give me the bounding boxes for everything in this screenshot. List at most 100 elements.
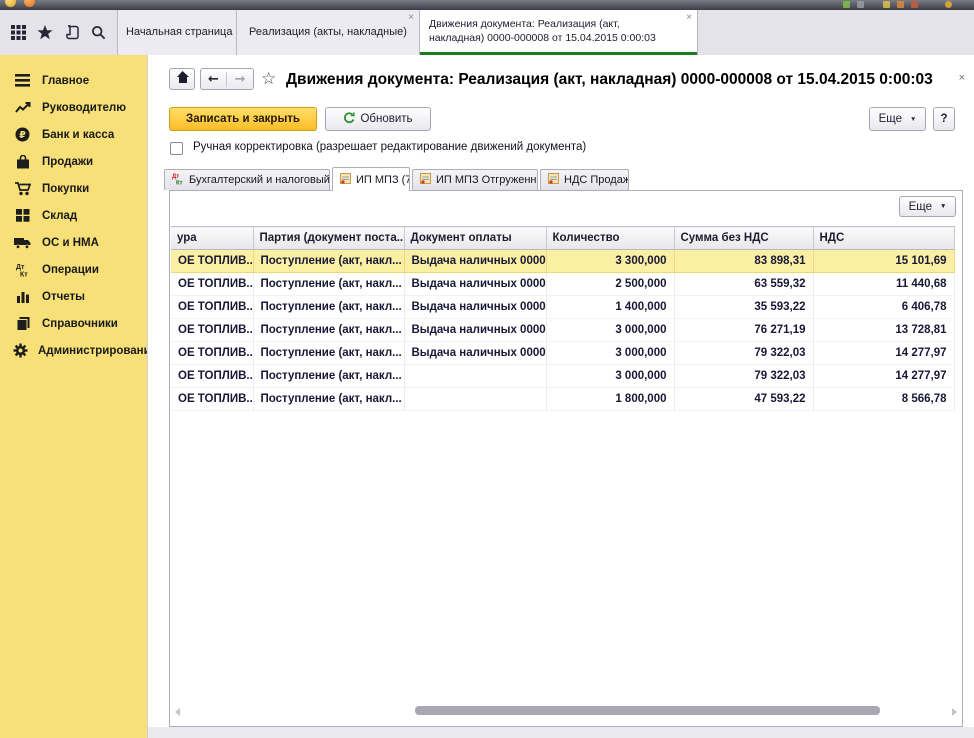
- close-form-icon[interactable]: ×: [959, 72, 965, 84]
- window-button-icon[interactable]: [24, 0, 35, 7]
- sidebar-item-administration[interactable]: Администрирование: [0, 337, 147, 364]
- apps-grid-icon[interactable]: [11, 25, 26, 40]
- cell-batch[interactable]: Поступление (акт, накл...: [253, 250, 404, 273]
- cell-amount[interactable]: 76 271,19: [674, 319, 813, 342]
- scrollbar-thumb[interactable]: [415, 706, 880, 715]
- tab-nds-sales[interactable]: НДС Продажи (1): [540, 169, 629, 190]
- sidebar-item-directories[interactable]: Справочники: [0, 310, 147, 337]
- sidebar-item-manager[interactable]: Руководителю: [0, 94, 147, 121]
- cell-quantity[interactable]: 3 000,000: [546, 342, 674, 365]
- cell-payment-doc[interactable]: Выдача наличных 0000...: [404, 342, 546, 365]
- cell-vat[interactable]: 14 277,97: [813, 365, 954, 388]
- cell-nomenclature[interactable]: ОЕ ТОПЛИВ...: [171, 319, 253, 342]
- cell-payment-doc[interactable]: [404, 365, 546, 388]
- column-header[interactable]: Количество: [546, 227, 674, 250]
- cell-payment-doc[interactable]: Выдача наличных 0000...: [404, 296, 546, 319]
- cell-quantity[interactable]: 1 400,000: [546, 296, 674, 319]
- cell-nomenclature[interactable]: ОЕ ТОПЛИВ...: [171, 365, 253, 388]
- window-tab-realization-list[interactable]: Реализация (акты, накладные) ×: [237, 10, 420, 55]
- cell-vat[interactable]: 15 101,69: [813, 250, 954, 273]
- cell-batch[interactable]: Поступление (акт, накл...: [253, 388, 404, 411]
- close-icon[interactable]: ×: [686, 13, 692, 23]
- cell-batch[interactable]: Поступление (акт, накл...: [253, 365, 404, 388]
- sidebar-item-bank-cash[interactable]: ₽ Банк и касса: [0, 121, 147, 148]
- cell-nomenclature[interactable]: ОЕ ТОПЛИВ...: [171, 250, 253, 273]
- cell-vat[interactable]: 13 728,81: [813, 319, 954, 342]
- cell-amount[interactable]: 63 559,32: [674, 273, 813, 296]
- cell-quantity[interactable]: 3 000,000: [546, 365, 674, 388]
- sidebar-item-fixed-assets[interactable]: ОС и НМА: [0, 229, 147, 256]
- window-tab-home[interactable]: Начальная страница: [117, 10, 237, 55]
- cell-quantity[interactable]: 3 000,000: [546, 319, 674, 342]
- scroll-left-icon[interactable]: [175, 708, 180, 716]
- cell-batch[interactable]: Поступление (акт, накл...: [253, 319, 404, 342]
- forward-button[interactable]: →: [227, 72, 253, 87]
- cell-vat[interactable]: 6 406,78: [813, 296, 954, 319]
- cell-amount[interactable]: 83 898,31: [674, 250, 813, 273]
- history-icon[interactable]: [65, 25, 80, 40]
- sidebar-item-sales[interactable]: Продажи: [0, 148, 147, 175]
- cell-payment-doc[interactable]: [404, 388, 546, 411]
- manual-adjustment-checkbox[interactable]: [170, 142, 183, 155]
- cell-quantity[interactable]: 3 300,000: [546, 250, 674, 273]
- table-row[interactable]: ОЕ ТОПЛИВ... Поступление (акт, накл... В…: [171, 319, 954, 342]
- column-header[interactable]: Документ оплаты: [404, 227, 546, 250]
- favorite-star-icon[interactable]: ☆: [261, 68, 276, 90]
- cell-nomenclature[interactable]: ОЕ ТОПЛИВ...: [171, 273, 253, 296]
- sidebar-item-operations[interactable]: ДтКт Операции: [0, 256, 147, 283]
- home-icon: [176, 70, 189, 88]
- cell-nomenclature[interactable]: ОЕ ТОПЛИВ...: [171, 388, 253, 411]
- tab-accounting[interactable]: ДтКт Бухгалтерский и налоговый учет (9): [164, 169, 330, 190]
- window-tab-document-movements[interactable]: Движения документа: Реализация (акт, нак…: [420, 10, 698, 55]
- cell-quantity[interactable]: 1 800,000: [546, 388, 674, 411]
- table-row[interactable]: ОЕ ТОПЛИВ... Поступление (акт, накл... 3…: [171, 365, 954, 388]
- svg-text:Кт: Кт: [20, 272, 28, 278]
- column-header[interactable]: Сумма без НДС: [674, 227, 813, 250]
- cell-amount[interactable]: 35 593,22: [674, 296, 813, 319]
- table-row[interactable]: ОЕ ТОПЛИВ... Поступление (акт, накл... В…: [171, 273, 954, 296]
- table-row[interactable]: ОЕ ТОПЛИВ... Поступление (акт, накл... 1…: [171, 388, 954, 411]
- tab-ip-mpz[interactable]: ИП МПЗ (7): [332, 167, 410, 191]
- cell-amount[interactable]: 79 322,03: [674, 365, 813, 388]
- table-row[interactable]: ОЕ ТОПЛИВ... Поступление (акт, накл... В…: [171, 250, 954, 273]
- window-button-icon[interactable]: [5, 0, 16, 7]
- home-button[interactable]: [169, 68, 195, 90]
- help-button[interactable]: ?: [933, 107, 955, 131]
- cell-payment-doc[interactable]: Выдача наличных 0000...: [404, 273, 546, 296]
- cell-nomenclature[interactable]: ОЕ ТОПЛИВ...: [171, 296, 253, 319]
- favorites-star-icon[interactable]: [37, 25, 53, 40]
- sidebar-item-main[interactable]: Главное: [0, 67, 147, 94]
- cell-payment-doc[interactable]: Выдача наличных 0000...: [404, 319, 546, 342]
- manual-adjustment-label[interactable]: Ручная корректировка (разрешает редактир…: [193, 141, 586, 153]
- cell-batch[interactable]: Поступление (акт, накл...: [253, 273, 404, 296]
- column-header[interactable]: НДС: [813, 227, 954, 250]
- cell-vat[interactable]: 14 277,97: [813, 342, 954, 365]
- cell-amount[interactable]: 47 593,22: [674, 388, 813, 411]
- sidebar-item-purchases[interactable]: Покупки: [0, 175, 147, 202]
- cell-batch[interactable]: Поступление (акт, накл...: [253, 342, 404, 365]
- cart-icon: [13, 181, 32, 197]
- cell-batch[interactable]: Поступление (акт, накл...: [253, 296, 404, 319]
- sidebar-item-warehouse[interactable]: Склад: [0, 202, 147, 229]
- refresh-button[interactable]: Обновить: [325, 107, 431, 131]
- scroll-right-icon[interactable]: [952, 708, 957, 716]
- cell-payment-doc[interactable]: Выдача наличных 0000...: [404, 250, 546, 273]
- cell-vat[interactable]: 11 440,68: [813, 273, 954, 296]
- back-button[interactable]: ←: [201, 72, 227, 87]
- search-icon[interactable]: [91, 25, 106, 40]
- more-button[interactable]: Еще ▼: [869, 107, 926, 131]
- table-more-button[interactable]: Еще ▼: [899, 196, 956, 217]
- cell-vat[interactable]: 8 566,78: [813, 388, 954, 411]
- table-row[interactable]: ОЕ ТОПЛИВ... Поступление (акт, накл... В…: [171, 342, 954, 365]
- cell-amount[interactable]: 79 322,03: [674, 342, 813, 365]
- column-header[interactable]: Партия (документ поста...: [253, 227, 404, 250]
- tab-ip-mpz-shipped[interactable]: ИП МПЗ Отгруженные (7): [412, 169, 538, 190]
- table-row[interactable]: ОЕ ТОПЛИВ... Поступление (акт, накл... В…: [171, 296, 954, 319]
- cell-quantity[interactable]: 2 500,000: [546, 273, 674, 296]
- save-and-close-button[interactable]: Записать и закрыть: [169, 107, 317, 131]
- cell-nomenclature[interactable]: ОЕ ТОПЛИВ...: [171, 342, 253, 365]
- close-icon[interactable]: ×: [408, 13, 414, 23]
- horizontal-scrollbar[interactable]: [172, 704, 960, 718]
- sidebar-item-reports[interactable]: Отчеты: [0, 283, 147, 310]
- column-header[interactable]: ура: [171, 227, 253, 250]
